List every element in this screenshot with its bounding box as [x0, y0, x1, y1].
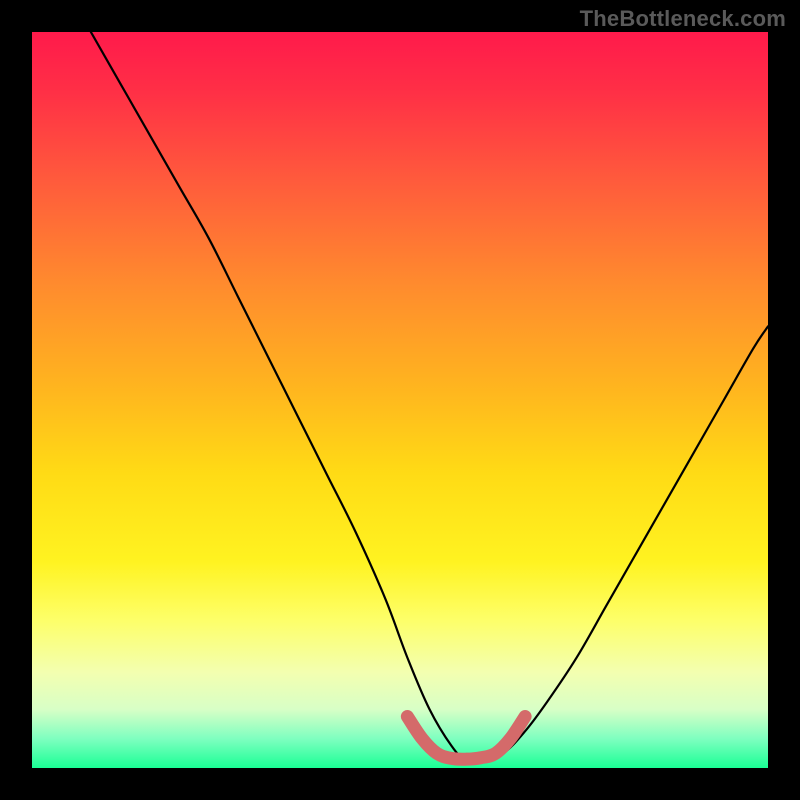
optimal-band-path [407, 716, 525, 759]
chart-plot-area [32, 32, 768, 768]
bottleneck-curve-path [91, 32, 768, 762]
chart-svg [32, 32, 768, 768]
watermark-text: TheBottleneck.com [580, 6, 786, 32]
